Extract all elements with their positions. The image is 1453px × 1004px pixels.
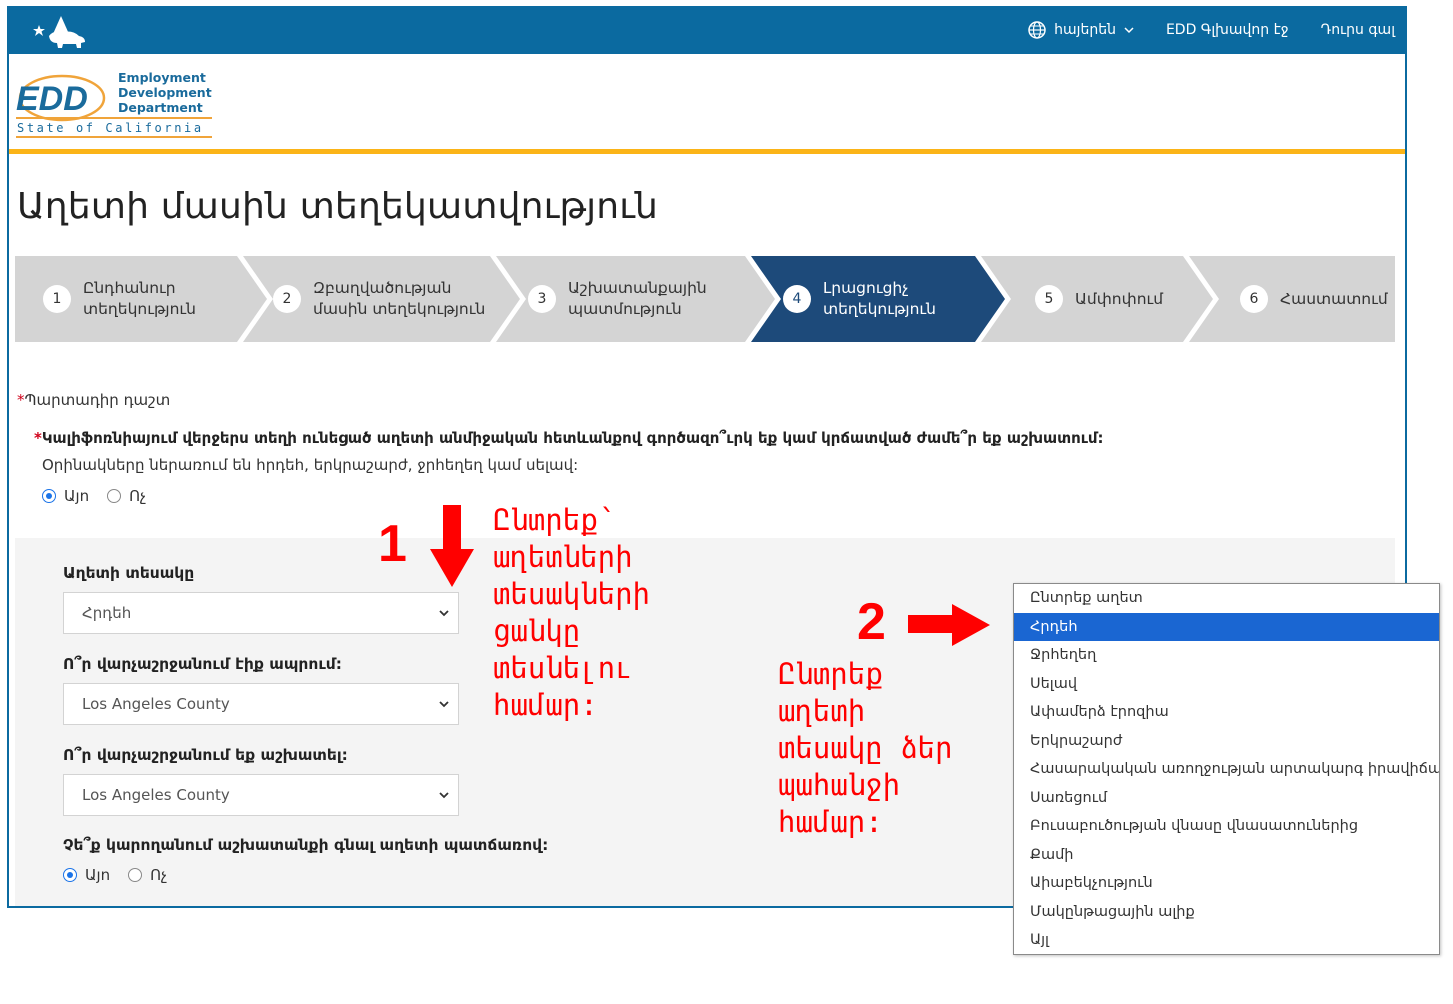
dropdown-option-selected[interactable]: Հրդեհ	[1014, 612, 1439, 641]
step-label: Ընդհանուր տեղեկություն	[83, 279, 196, 318]
chevron-down-icon	[439, 792, 449, 799]
radio-indicator	[63, 868, 77, 882]
annotation-step-2-text: Ընտրեք աղետի տեսակը ձեր պահանջի համար:	[778, 657, 953, 839]
dropdown-option[interactable]: Սելավ	[1014, 670, 1439, 699]
annotation-step-2-number: 2	[857, 593, 886, 651]
unable-no-radio[interactable]: Ոչ	[128, 866, 167, 884]
step-label: Ամփոփում	[1075, 289, 1164, 308]
question1-no-radio[interactable]: Ոչ	[107, 487, 146, 505]
edd-logo[interactable]: EDD Employment Development Department St…	[14, 70, 214, 140]
county-lived-select[interactable]: Los Angeles County	[63, 683, 459, 725]
unable-to-work-label: Չե՞ք կարողանում աշխատանքի գնալ աղետի պատ…	[63, 836, 549, 854]
step-number: 1	[43, 285, 71, 313]
language-label: հայերեն	[1054, 22, 1116, 38]
required-field-note: *Պարտադիր դաշտ	[17, 391, 170, 409]
step-number: 4	[783, 285, 811, 313]
dropdown-option[interactable]: Ափամերձ էրոզիա	[1014, 698, 1439, 727]
question1-radio-group: Այո Ոչ	[42, 487, 146, 505]
dropdown-option[interactable]: Հասարակական առողջության արտակարգ իրավիճա…	[1014, 755, 1439, 784]
step-1[interactable]: 1 Ընդհանուր տեղեկություն	[43, 256, 196, 342]
required-note-text: Պարտադիր դաշտ	[24, 391, 171, 409]
globe-icon	[1028, 21, 1046, 39]
top-navigation: հայերեն EDD Գլխավոր էջ Դուրս գալ	[1028, 6, 1395, 54]
dropdown-option[interactable]: Ընտրեք աղետ	[1014, 584, 1439, 613]
radio-indicator	[42, 489, 56, 503]
step-2[interactable]: 2 Զբաղվածության մասին տեղեկություն	[273, 256, 485, 342]
disaster-type-dropdown-list: Ընտրեք աղետ Հրդեհ Ջրհեղեղ Սելավ Ափամերձ …	[1013, 583, 1440, 955]
question1-yes-radio[interactable]: Այո	[42, 487, 89, 505]
radio-indicator	[128, 868, 143, 882]
dropdown-option[interactable]: Այլ	[1014, 926, 1439, 955]
chevron-down-icon	[439, 701, 449, 708]
step-3[interactable]: 3 Աշխատանքային պատմություն	[528, 256, 707, 342]
question-hint: Օրինակները ներառում են հրդեհ, երկրաշարժ,…	[42, 456, 579, 474]
step-number: 6	[1240, 285, 1268, 313]
radio-label: Ոչ	[129, 487, 147, 505]
step-4[interactable]: 4 Լրացուցիչ տեղեկություն	[783, 256, 936, 342]
ca-state-logo[interactable]	[19, 10, 89, 52]
required-asterisk: *	[34, 429, 42, 447]
edd-home-link[interactable]: EDD Գլխավոր էջ	[1166, 22, 1289, 38]
radio-label: Այո	[64, 487, 90, 505]
step-5[interactable]: 5 Ամփոփում	[1035, 256, 1163, 342]
required-asterisk: *	[17, 391, 25, 409]
dropdown-option[interactable]: Բուսաբուծության վնասը վնասատուներից	[1014, 812, 1439, 841]
radio-label: Ոչ	[150, 866, 168, 884]
step-label: Զբաղվածության մասին տեղեկություն	[313, 279, 486, 318]
arrow-down-icon	[430, 505, 474, 587]
dropdown-option[interactable]: Մակընթացային ալիք	[1014, 898, 1439, 927]
step-label: Լրացուցիչ տեղեկություն	[823, 279, 936, 318]
question-text: Կալիֆոռնիայում վերջերս տեղի ունեցած աղետ…	[41, 429, 1104, 447]
top-bar: հայերեն EDD Գլխավոր էջ Դուրս գալ	[9, 6, 1405, 54]
unable-to-work-radio-group: Այո Ոչ	[63, 866, 167, 884]
radio-label: Այո	[85, 866, 111, 884]
chevron-down-icon	[439, 610, 449, 617]
annotation-step-1-text: Ընտրեք՝ աղետների տեսակների ցանկը տեսնելո…	[493, 503, 651, 722]
edd-line4: State of California	[17, 121, 204, 135]
chevron-down-icon	[1124, 27, 1134, 34]
logout-link[interactable]: Դուրս գալ	[1321, 22, 1395, 38]
select-value: Հրդեհ	[82, 604, 132, 622]
page-title: Աղետի մասին տեղեկատվություն	[17, 186, 659, 227]
gold-divider	[9, 149, 1405, 154]
dropdown-option[interactable]: Ջրհեղեղ	[1014, 641, 1439, 670]
disaster-unemployed-question: *Կալիֆոռնիայում վերջերս տեղի ունեցած աղե…	[34, 429, 1104, 447]
step-number: 5	[1035, 285, 1063, 313]
radio-indicator	[107, 489, 122, 503]
step-number: 3	[528, 285, 556, 313]
unable-yes-radio[interactable]: Այո	[63, 866, 110, 884]
edd-acronym: EDD	[16, 80, 88, 118]
step-label: Աշխատանքային պատմություն	[568, 279, 707, 318]
progress-stepper: 1 Ընդհանուր տեղեկություն 2 Զբաղվածության…	[15, 256, 1395, 342]
disaster-type-label: Աղետի տեսակը	[63, 564, 195, 582]
edd-line3: Department	[118, 100, 203, 115]
dropdown-option[interactable]: Աիաբեկչություն	[1014, 869, 1439, 898]
edd-line2: Development	[118, 85, 212, 100]
brand-area: EDD Employment Development Department St…	[9, 54, 1405, 150]
annotation-step-1-number: 1	[378, 515, 407, 573]
language-selector[interactable]: հայերեն	[1028, 21, 1134, 39]
select-value: Los Angeles County	[82, 786, 230, 804]
county-worked-select[interactable]: Los Angeles County	[63, 774, 459, 816]
arrow-right-icon	[908, 604, 990, 646]
county-lived-label: Ո՞ր վարչաշրջանում էիք ապրում:	[63, 655, 342, 673]
disaster-type-select[interactable]: Հրդեհ	[63, 592, 459, 634]
dropdown-option[interactable]: Երկրաշարժ	[1014, 727, 1439, 756]
county-worked-label: Ո՞ր վարչաշրջանում եք աշխատել:	[63, 746, 348, 764]
step-label: Հաստատում	[1280, 289, 1388, 308]
edd-line1: Employment	[118, 70, 206, 85]
select-value: Los Angeles County	[82, 695, 230, 713]
dropdown-option[interactable]: Քամի	[1014, 841, 1439, 870]
step-number: 2	[273, 285, 301, 313]
dropdown-option[interactable]: Սառեցում	[1014, 784, 1439, 813]
step-6[interactable]: 6 Հաստատում	[1240, 256, 1388, 342]
